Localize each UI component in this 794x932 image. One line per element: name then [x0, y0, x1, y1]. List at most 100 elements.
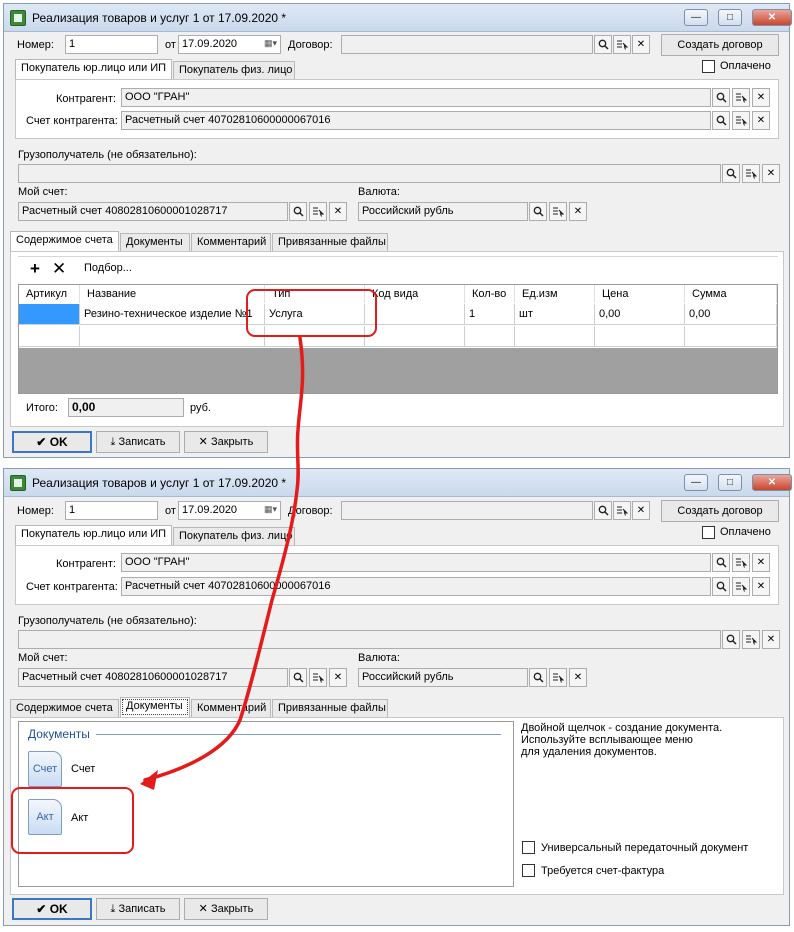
- column-header[interactable]: Название: [80, 285, 265, 303]
- consignee-search-icon[interactable]: [722, 630, 740, 649]
- my-account-field[interactable]: Расчетный счет 40802810600001028717: [18, 668, 288, 687]
- tab-documents[interactable]: Документы: [120, 697, 190, 717]
- date-field[interactable]: 17.09.2020 ▦▾: [178, 35, 281, 54]
- cp-account-clear-icon[interactable]: ✕: [752, 577, 770, 596]
- table-cell-price[interactable]: [595, 326, 685, 347]
- close-window-button[interactable]: ✕: [752, 474, 792, 491]
- counterparty-clear-icon[interactable]: ✕: [752, 553, 770, 572]
- contract-clear-icon[interactable]: ✕: [632, 35, 650, 54]
- currency-select-icon[interactable]: [549, 668, 567, 687]
- table-cell-price[interactable]: 0,00: [595, 304, 685, 325]
- tab-buyer-legal[interactable]: Покупатель юр.лицо или ИП: [15, 525, 172, 545]
- counterparty-select-icon[interactable]: [732, 553, 750, 572]
- currency-search-icon[interactable]: [529, 202, 547, 221]
- consignee-field[interactable]: [18, 164, 721, 183]
- invoice-required-checkbox[interactable]: [522, 864, 535, 877]
- paid-checkbox[interactable]: [702, 526, 715, 539]
- close-button[interactable]: ✕ Закрыть: [184, 898, 268, 920]
- my-account-search-icon[interactable]: [289, 668, 307, 687]
- table-cell-unit[interactable]: шт: [515, 304, 595, 325]
- ok-button[interactable]: ✔ OK: [12, 898, 92, 920]
- consignee-select-icon[interactable]: [742, 630, 760, 649]
- invoice-document-icon[interactable]: Счет: [28, 751, 62, 787]
- counterparty-search-icon[interactable]: [712, 88, 730, 107]
- table-cell-kind-code[interactable]: [365, 326, 465, 347]
- table-cell-kind-code[interactable]: [365, 304, 465, 325]
- counterparty-field[interactable]: ООО "ГРАН": [121, 553, 711, 572]
- cp-account-field[interactable]: Расчетный счет 40702810600000067016: [121, 111, 711, 130]
- column-header[interactable]: Ед.изм: [515, 285, 595, 303]
- number-field[interactable]: 1: [65, 35, 158, 54]
- cp-account-field[interactable]: Расчетный счет 40702810600000067016: [121, 577, 711, 596]
- calendar-dropdown-icon[interactable]: ▦▾: [264, 503, 277, 516]
- tab-content[interactable]: Содержимое счета: [10, 231, 119, 251]
- consignee-clear-icon[interactable]: ✕: [762, 164, 780, 183]
- paid-checkbox[interactable]: [702, 60, 715, 73]
- counterparty-select-icon[interactable]: [732, 88, 750, 107]
- my-account-search-icon[interactable]: [289, 202, 307, 221]
- plus-icon[interactable]: +: [30, 259, 40, 279]
- table-cell-qty[interactable]: 1: [465, 304, 515, 325]
- cp-account-select-icon[interactable]: [732, 577, 750, 596]
- cp-account-search-icon[interactable]: [712, 577, 730, 596]
- currency-field[interactable]: Российский рубль: [358, 202, 528, 221]
- contract-select-icon[interactable]: [613, 501, 631, 520]
- close-window-button[interactable]: ✕: [752, 9, 792, 26]
- table-cell-name[interactable]: Резино-техническое изделие №1: [80, 304, 265, 325]
- tab-attached-files[interactable]: Привязанные файлы: [272, 233, 388, 251]
- currency-clear-icon[interactable]: ✕: [569, 668, 587, 687]
- consignee-select-icon[interactable]: [742, 164, 760, 183]
- tab-documents[interactable]: Документы: [120, 233, 190, 251]
- date-field[interactable]: 17.09.2020 ▦▾: [178, 501, 281, 520]
- my-account-select-icon[interactable]: [309, 202, 327, 221]
- my-account-clear-icon[interactable]: ✕: [329, 202, 347, 221]
- calendar-dropdown-icon[interactable]: ▦▾: [264, 37, 277, 50]
- table-cell-unit[interactable]: [515, 326, 595, 347]
- consignee-clear-icon[interactable]: ✕: [762, 630, 780, 649]
- contract-search-icon[interactable]: [594, 501, 612, 520]
- create-contract-button[interactable]: Создать договор: [661, 500, 779, 522]
- upd-checkbox[interactable]: [522, 841, 535, 854]
- column-header[interactable]: Кол-во: [465, 285, 515, 303]
- table-cell-name[interactable]: [80, 326, 265, 347]
- table-cell-qty[interactable]: [465, 326, 515, 347]
- maximize-button[interactable]: □: [718, 9, 742, 26]
- currency-select-icon[interactable]: [549, 202, 567, 221]
- cp-account-clear-icon[interactable]: ✕: [752, 111, 770, 130]
- table-cell-article[interactable]: [19, 326, 80, 347]
- contract-field[interactable]: [341, 501, 593, 520]
- cp-account-search-icon[interactable]: [712, 111, 730, 130]
- currency-clear-icon[interactable]: ✕: [569, 202, 587, 221]
- contract-select-icon[interactable]: [613, 35, 631, 54]
- tab-content[interactable]: Содержимое счета: [10, 699, 119, 717]
- consignee-search-icon[interactable]: [722, 164, 740, 183]
- create-contract-button[interactable]: Создать договор: [661, 34, 779, 56]
- table-cell-sum[interactable]: [685, 326, 777, 347]
- currency-search-icon[interactable]: [529, 668, 547, 687]
- counterparty-clear-icon[interactable]: ✕: [752, 88, 770, 107]
- contract-clear-icon[interactable]: ✕: [632, 501, 650, 520]
- counterparty-field[interactable]: ООО "ГРАН": [121, 88, 711, 107]
- minimize-button[interactable]: —: [684, 474, 708, 491]
- table-cell-article[interactable]: [19, 304, 80, 325]
- tab-buyer-individual[interactable]: Покупатель физ. лицо: [173, 527, 295, 545]
- contract-field[interactable]: [341, 35, 593, 54]
- column-header[interactable]: Сумма: [685, 285, 777, 303]
- maximize-button[interactable]: □: [718, 474, 742, 491]
- my-account-field[interactable]: Расчетный счет 40802810600001028717: [18, 202, 288, 221]
- my-account-select-icon[interactable]: [309, 668, 327, 687]
- column-header[interactable]: Цена: [595, 285, 685, 303]
- currency-field[interactable]: Российский рубль: [358, 668, 528, 687]
- invoice-document-label[interactable]: Счет: [71, 763, 95, 775]
- table-cell-sum[interactable]: 0,00: [685, 304, 777, 325]
- cp-account-select-icon[interactable]: [732, 111, 750, 130]
- close-button[interactable]: ✕ Закрыть: [184, 431, 268, 453]
- tab-buyer-legal[interactable]: Покупатель юр.лицо или ИП: [15, 59, 172, 79]
- column-header[interactable]: Артикул: [19, 285, 80, 303]
- tab-comment[interactable]: Комментарий: [191, 699, 271, 717]
- tab-attached-files[interactable]: Привязанные файлы: [272, 699, 388, 717]
- number-field[interactable]: 1: [65, 501, 158, 520]
- tab-comment[interactable]: Комментарий: [191, 233, 271, 251]
- contract-search-icon[interactable]: [594, 35, 612, 54]
- save-button[interactable]: ⤓ Записать: [96, 898, 180, 920]
